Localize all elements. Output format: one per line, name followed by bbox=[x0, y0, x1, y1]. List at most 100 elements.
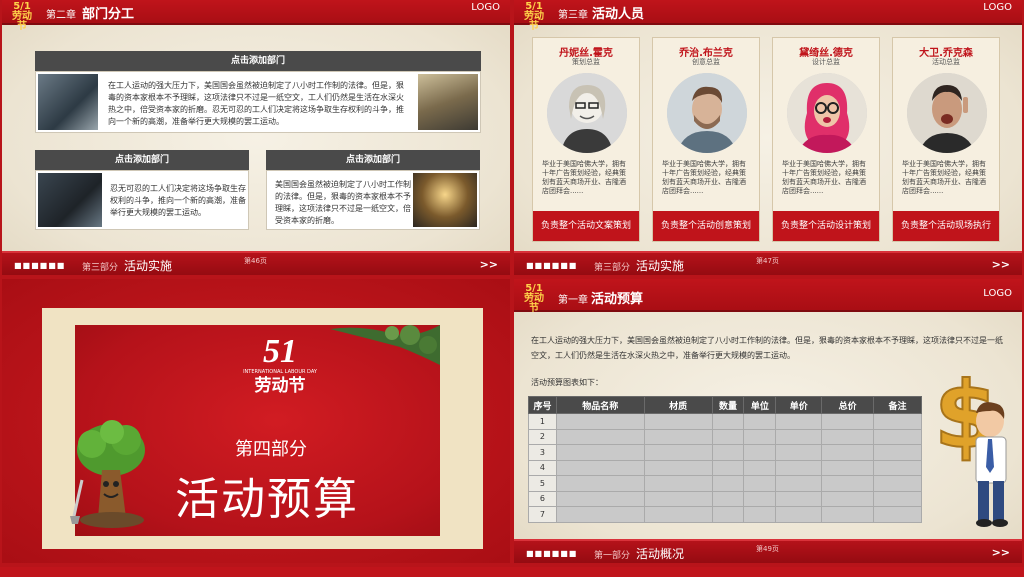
staff-duty: 负责整个活动文案策划 bbox=[533, 211, 639, 241]
labour-day-logo: 5/1 劳动节 bbox=[12, 1, 32, 32]
table-cell[interactable] bbox=[711, 444, 745, 461]
section-title: 活动预算 bbox=[175, 474, 359, 525]
staff-card[interactable]: 丹妮丝.霍克 策划总监 毕业于美国哈佛大学，拥有十年广告策划经验，经典策划有蓝天… bbox=[532, 37, 640, 242]
table-cell[interactable] bbox=[555, 459, 645, 476]
table-cell[interactable] bbox=[743, 413, 777, 430]
table-cell[interactable] bbox=[821, 490, 875, 507]
department-heading-right[interactable]: 点击添加部门 bbox=[266, 150, 480, 170]
table-cell[interactable] bbox=[873, 506, 922, 523]
table-cell[interactable] bbox=[743, 506, 777, 523]
staff-role: 策划总监 bbox=[572, 58, 600, 66]
table-cell[interactable] bbox=[873, 490, 922, 507]
table-row: 4 bbox=[528, 459, 922, 476]
table-cell[interactable] bbox=[643, 444, 713, 461]
avatar bbox=[907, 73, 987, 153]
table-cell[interactable] bbox=[743, 490, 777, 507]
department-desc-right: 美国国会虽然被迫制定了八小时工作制的法律。但是，狠毒的资本家根本不予理睬，这项法… bbox=[275, 180, 411, 225]
table-cell[interactable] bbox=[821, 506, 875, 523]
table-cell[interactable] bbox=[711, 459, 745, 476]
slide-department-division[interactable]: 5/1 劳动节 第二章 部门分工 LOGO 点击添加部门 在工人运动的强大压力下，… bbox=[2, 0, 510, 275]
table-cell[interactable] bbox=[555, 475, 645, 492]
staff-role: 创意总监 bbox=[692, 58, 720, 66]
table-cell[interactable] bbox=[821, 444, 875, 461]
table-cell[interactable] bbox=[873, 413, 922, 430]
staff-duty: 负责整个活动现场执行 bbox=[893, 211, 999, 241]
mall-interior-photo bbox=[413, 173, 477, 227]
row-number: 6 bbox=[528, 490, 557, 507]
table-cell[interactable] bbox=[711, 428, 745, 445]
table-cell[interactable] bbox=[775, 475, 823, 492]
table-cell[interactable] bbox=[775, 506, 823, 523]
row-number: 4 bbox=[528, 459, 557, 476]
table-cell[interactable] bbox=[873, 428, 922, 445]
table-cell[interactable] bbox=[643, 413, 713, 430]
table-cell[interactable] bbox=[821, 413, 875, 430]
table-cell[interactable] bbox=[743, 475, 777, 492]
section-part-label: 第四部分 bbox=[235, 439, 307, 460]
staff-bio: 毕业于美国哈佛大学，拥有十年广告策划经验，经典策划有蓝天商场开业、吉隆酒店团拜会… bbox=[902, 160, 986, 195]
department-box-right: 美国国会虽然被迫制定了八小时工作制的法律。但是，狠毒的资本家根本不予理睬，这项法… bbox=[266, 170, 480, 230]
table-cell[interactable] bbox=[643, 475, 713, 492]
table-cell[interactable] bbox=[743, 459, 777, 476]
table-cell[interactable] bbox=[775, 459, 823, 476]
table-cell[interactable] bbox=[775, 490, 823, 507]
table-cell[interactable] bbox=[555, 413, 645, 430]
table-cell[interactable] bbox=[711, 490, 745, 507]
page-number: 第49页 bbox=[756, 545, 779, 553]
department-heading-top[interactable]: 点击添加部门 bbox=[35, 51, 481, 71]
table-cell[interactable] bbox=[711, 506, 745, 523]
table-header-cell: 总价 bbox=[821, 396, 875, 414]
table-cell[interactable] bbox=[873, 459, 922, 476]
slide-activity-staff[interactable]: 5/1 劳动节 第三章 活动人员 LOGO 丹妮丝.霍克 策划总监 毕业于美国哈佛… bbox=[514, 0, 1022, 275]
table-cell[interactable] bbox=[821, 428, 875, 445]
next-arrow-icon[interactable]: >> bbox=[992, 258, 1010, 271]
next-slide-peek bbox=[0, 567, 1024, 577]
table-cell[interactable] bbox=[775, 413, 823, 430]
department-heading-left[interactable]: 点击添加部门 bbox=[35, 150, 249, 170]
table-cell[interactable] bbox=[711, 413, 745, 430]
table-cell[interactable] bbox=[643, 428, 713, 445]
table-cell[interactable] bbox=[775, 428, 823, 445]
table-row: 1 bbox=[528, 413, 922, 430]
avatar bbox=[787, 73, 867, 153]
table-cell[interactable] bbox=[743, 444, 777, 461]
slide-activity-budget[interactable]: 5/1 劳动节 第一章 活动预算 LOGO 在工人运动的强大压力下，美国国会虽然被… bbox=[514, 279, 1022, 563]
row-number: 2 bbox=[528, 428, 557, 445]
slide-footer: ■■■■■■ 第一部分 活动概况 第49页 >> bbox=[514, 539, 1022, 563]
table-row: 5 bbox=[528, 475, 922, 492]
logo-placeholder: LOGO bbox=[983, 288, 1012, 299]
footer-part-label: 第三部分 bbox=[82, 263, 119, 273]
table-cell[interactable] bbox=[743, 428, 777, 445]
table-cell[interactable] bbox=[643, 459, 713, 476]
row-number: 3 bbox=[528, 444, 557, 461]
staff-bio: 毕业于美国哈佛大学，拥有十年广告策划经验，经典策划有蓝天商场开业、吉隆酒店团拜会… bbox=[662, 160, 746, 195]
table-row: 6 bbox=[528, 490, 922, 507]
table-cell[interactable] bbox=[643, 490, 713, 507]
table-cell[interactable] bbox=[555, 428, 645, 445]
table-cell[interactable] bbox=[873, 475, 922, 492]
table-row: 2 bbox=[528, 428, 922, 445]
slide-section-cover[interactable]: 51 INTERNATIONAL LABOUR DAY 劳动节 第四部分 活动预… bbox=[2, 279, 510, 563]
chapter-label: 第三章 bbox=[558, 10, 588, 21]
logo-placeholder: LOGO bbox=[471, 2, 500, 13]
table-cell[interactable] bbox=[821, 475, 875, 492]
table-cell[interactable] bbox=[873, 444, 922, 461]
slide-title: 活动预算 bbox=[591, 292, 644, 307]
logo-number: 51 bbox=[263, 333, 297, 370]
table-cell[interactable] bbox=[555, 506, 645, 523]
next-arrow-icon[interactable]: >> bbox=[992, 546, 1010, 559]
table-cell[interactable] bbox=[643, 506, 713, 523]
table-cell[interactable] bbox=[821, 459, 875, 476]
table-cell[interactable] bbox=[555, 444, 645, 461]
table-cell[interactable] bbox=[775, 444, 823, 461]
row-number: 7 bbox=[528, 506, 557, 523]
staff-card[interactable]: 乔治.布兰克 创意总监 毕业于美国哈佛大学，拥有十年广告策划经验，经典策划有蓝天… bbox=[652, 37, 760, 242]
next-arrow-icon[interactable]: >> bbox=[480, 258, 498, 271]
staff-bio: 毕业于美国哈佛大学，拥有十年广告策划经验，经典策划有蓝天商场开业、吉隆酒店团拜会… bbox=[542, 160, 626, 195]
page-number: 第46页 bbox=[244, 257, 267, 265]
table-cell[interactable] bbox=[711, 475, 745, 492]
staff-card[interactable]: 黛绮丝.德克 设计总监 毕业于美国哈佛大学，拥有十年广告策划经验，经典策划有蓝天… bbox=[772, 37, 880, 242]
slide-footer: ■■■■■■ 第三部分 活动实施 第47页 >> bbox=[514, 251, 1022, 275]
staff-card[interactable]: 大卫.乔克森 活动总监 毕业于美国哈佛大学，拥有十年广告策划经验，经典策划有蓝天… bbox=[892, 37, 1000, 242]
table-cell[interactable] bbox=[555, 490, 645, 507]
